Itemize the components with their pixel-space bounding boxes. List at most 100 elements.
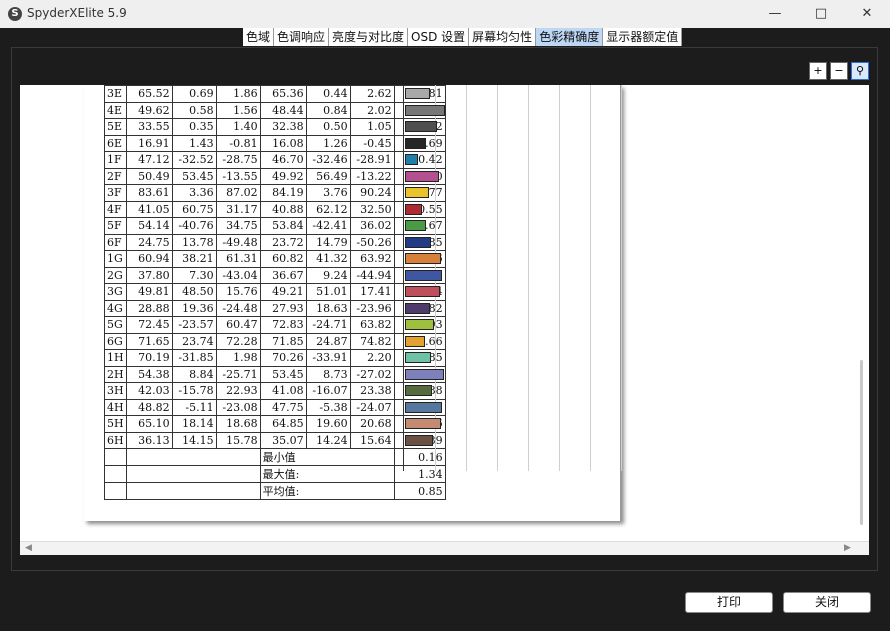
lab-value-cell: 15.76 [215, 283, 261, 301]
app-logo-icon: S [8, 7, 22, 21]
patch-id: 5G [104, 316, 127, 334]
lab-value-cell: -16.07 [305, 382, 351, 400]
lab-value-cell: -24.48 [215, 299, 261, 317]
lab-value-cell: 53.45 [171, 167, 217, 185]
lab-value-cell: 72.45 [125, 316, 173, 334]
lab-value-cell: 24.75 [125, 233, 173, 251]
lab-value-cell: 2.02 [349, 101, 395, 119]
lab-value-cell: -49.48 [215, 233, 261, 251]
zoom-out-icon[interactable]: − [830, 62, 848, 80]
patch-id: 5E [104, 118, 127, 136]
patch-id: 1G [104, 250, 127, 268]
summary-label: 最大值: [259, 465, 395, 483]
delta-e-bar [405, 187, 429, 198]
lab-value-cell: -40.76 [171, 217, 217, 235]
patch-id: 1F [104, 151, 127, 169]
lab-value-cell: 18.63 [305, 299, 351, 317]
vertical-scroll-thumb[interactable] [860, 360, 863, 525]
lab-value-cell: 27.93 [259, 299, 307, 317]
table-row: 6G 71.65 23.74 72.28 71.85 24.87 74.82 0.66 [104, 332, 446, 350]
lab-value-cell: 1.26 [305, 134, 351, 152]
lab-value-cell: 23.38 [349, 382, 395, 400]
lab-value-cell: 60.94 [125, 250, 173, 268]
patch-id: 3G [104, 283, 127, 301]
patch-id: 5H [104, 415, 127, 433]
lab-value-cell: 3.36 [171, 184, 217, 202]
lab-value-cell: 1.56 [215, 101, 261, 119]
lab-value-cell: -28.75 [215, 151, 261, 169]
patch-id: 4G [104, 299, 127, 317]
lab-value-cell: 14.79 [305, 233, 351, 251]
lab-value-cell: 53.45 [259, 365, 307, 383]
report-viewer[interactable]: 3E 65.52 0.69 1.86 65.36 0.44 2.62 0.81 4E 49.62 0… [20, 85, 869, 542]
lab-value-cell: 0.58 [171, 101, 217, 119]
lab-value-cell: 16.91 [125, 134, 173, 152]
lab-value-cell: 63.92 [349, 250, 395, 268]
delta-e-bar [405, 368, 444, 380]
tab-screen-uniformity[interactable]: 屏幕均匀性 [469, 28, 537, 46]
vertical-scrollbar[interactable] [857, 85, 869, 530]
lab-value-cell: 47.12 [125, 151, 173, 169]
table-row: 6F24.7513.78-49.4823.7214.79-50.260.85 [104, 233, 446, 251]
delta-e-bar [405, 352, 431, 363]
lab-value-cell: 49.21 [259, 283, 307, 301]
delta-e-bar [405, 104, 445, 116]
lab-value-cell: 32.50 [349, 200, 395, 218]
delta-e-bar [405, 286, 440, 297]
patch-id: 6E [104, 134, 127, 152]
lab-value-cell: 14.15 [171, 431, 217, 449]
patch-id: 4E [104, 101, 127, 119]
scroll-right-icon[interactable]: ▶ [844, 542, 851, 555]
lab-value-cell: 42.03 [125, 382, 173, 400]
tab-color-accuracy[interactable]: 色彩精确度 [536, 28, 604, 46]
tab-brightness-contrast[interactable]: 亮度与对比度 [329, 28, 409, 46]
patch-id: 2F [104, 167, 127, 185]
patch-id: 3F [104, 184, 127, 202]
patch-id: 2H [104, 365, 127, 383]
delta-e-bar [405, 170, 439, 182]
lab-value-cell: 20.68 [349, 415, 395, 433]
lab-value-cell: -13.22 [349, 167, 395, 185]
lab-value-cell: 0.35 [171, 118, 217, 136]
lab-value-cell: 83.61 [125, 184, 173, 202]
close-window-button[interactable]: ✕ [844, 0, 890, 28]
tab-monitor-rating[interactable]: 显示器额定值 [603, 28, 683, 46]
lab-value-cell: 37.80 [125, 266, 173, 284]
close-button[interactable]: 关闭 [783, 592, 871, 613]
table-row: 3H42.03-15.7822.9341.08-16.0723.380.88 [104, 382, 446, 400]
zoom-fit-icon[interactable]: ⚲ [851, 62, 869, 80]
tab-tone-response[interactable]: 色调响应 [274, 28, 330, 46]
lab-value-cell: 28.88 [125, 299, 173, 317]
lab-value-cell: 49.92 [259, 167, 307, 185]
scroll-left-icon[interactable]: ◀ [25, 542, 32, 555]
tab-gamut[interactable]: 色域 [243, 28, 275, 46]
lab-value-cell: 64.85 [259, 415, 307, 433]
delta-e-bar [405, 401, 442, 413]
maximize-button[interactable]: □ [798, 0, 844, 28]
chart-gridline [559, 85, 560, 471]
lab-value-cell: 23.72 [259, 233, 307, 251]
table-row: 2F50.4953.45-13.5549.9256.49-13.221.10 [104, 167, 446, 185]
lab-value-cell: 41.08 [259, 382, 307, 400]
tab-osd-settings[interactable]: OSD 设置 [408, 28, 470, 46]
patch-id: 3H [104, 382, 127, 400]
patch-id: 1H [104, 349, 127, 367]
zoom-toolbar: + − ⚲ [809, 62, 869, 80]
horizontal-scrollbar[interactable]: ◀ ▶ [20, 541, 869, 555]
lab-value-cell: 72.83 [259, 316, 307, 334]
lab-value-cell: 62.12 [305, 200, 351, 218]
delta-e-bar [405, 137, 426, 149]
lab-value-cell: 15.78 [215, 431, 261, 449]
delta-e-bar [405, 319, 434, 330]
lab-value-cell: -28.91 [349, 151, 395, 169]
minimize-button[interactable]: — [752, 0, 798, 28]
delta-e-bar [405, 335, 425, 347]
lab-value-cell: 34.75 [215, 217, 261, 235]
summary-row: 最小值 0.16 [104, 448, 446, 466]
lab-value-cell: 19.60 [305, 415, 351, 433]
lab-value-cell: -33.91 [305, 349, 351, 367]
zoom-in-icon[interactable]: + [809, 62, 827, 80]
window-title: SpyderXElite 5.9 [27, 6, 127, 20]
print-button[interactable]: 打印 [685, 592, 773, 613]
table-row: 1F 47.12 -32.52 -28.75 46.70 -32.46 -28.91 0.42 [104, 151, 446, 169]
